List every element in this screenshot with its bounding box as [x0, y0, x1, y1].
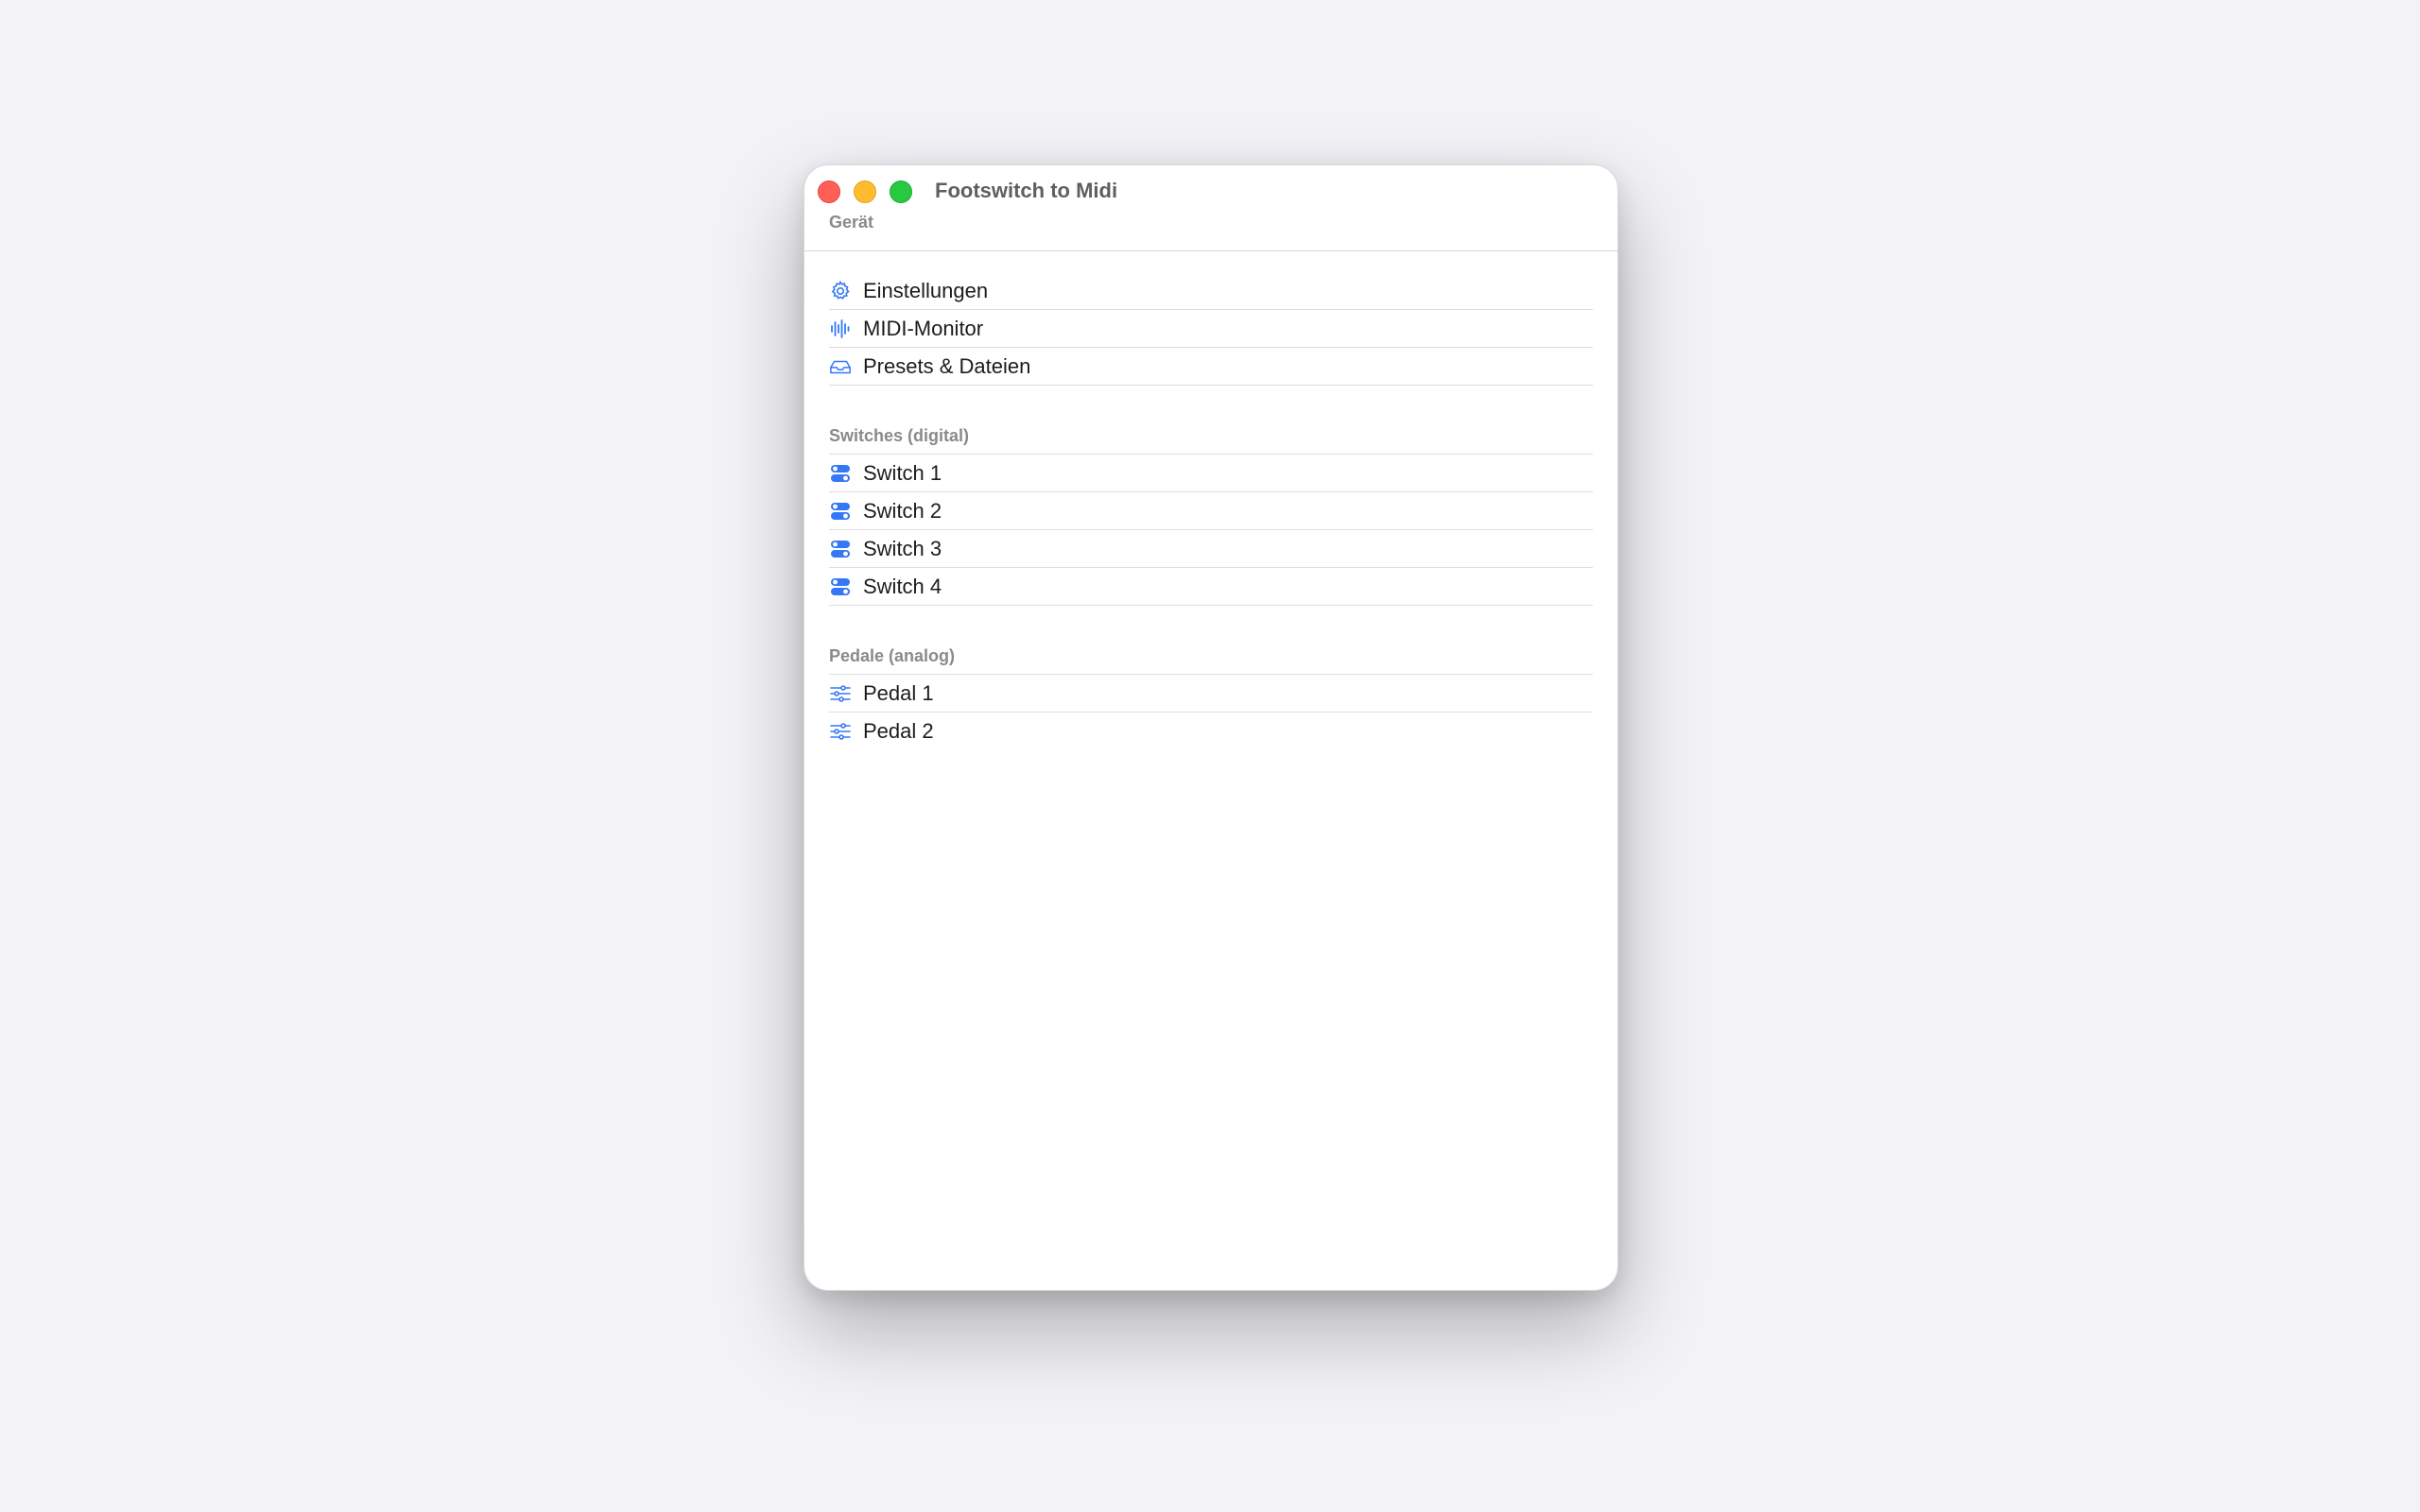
sidebar-item-switch-3[interactable]: Switch 3	[829, 530, 1593, 568]
item-label: Switch 3	[863, 536, 942, 560]
header-divider	[804, 215, 1617, 251]
sidebar-item-switch-4[interactable]: Switch 4	[829, 568, 1593, 606]
section-pedals: Pedale (analog)	[829, 640, 1593, 675]
item-label: Switch 1	[863, 460, 942, 485]
sidebar-item-presets[interactable]: Presets & Dateien	[829, 348, 1593, 386]
item-label: MIDI-Monitor	[863, 316, 984, 340]
item-label: Pedal 2	[863, 718, 934, 743]
sliders-icon	[829, 720, 852, 743]
sidebar-item-midi-monitor[interactable]: MIDI-Monitor	[829, 310, 1593, 348]
switch-toggle-icon	[829, 500, 852, 523]
zoom-button[interactable]	[890, 180, 912, 203]
section-header-device: Gerät	[829, 213, 874, 232]
section-switches: Switches (digital)	[829, 420, 1593, 455]
tray-icon	[829, 355, 852, 378]
section-header-pedals: Pedale (analog)	[829, 646, 956, 665]
pedals-list: Pedal 1 Pedal 2	[829, 675, 1593, 749]
waveform-icon	[829, 318, 852, 340]
item-label: Pedal 1	[863, 680, 934, 705]
sidebar-item-switch-1[interactable]: Switch 1	[829, 455, 1593, 492]
switches-list: Switch 1 Switch 2 Switch 3 Switch 4	[829, 455, 1593, 606]
item-label: Presets & Dateien	[863, 353, 1031, 378]
sidebar-item-pedal-2[interactable]: Pedal 2	[829, 713, 1593, 749]
minimize-button[interactable]	[854, 180, 876, 203]
gear-icon	[829, 280, 852, 302]
sidebar-item-switch-2[interactable]: Switch 2	[829, 492, 1593, 530]
item-label: Switch 2	[863, 498, 942, 523]
switch-toggle-icon	[829, 462, 852, 485]
title-bar[interactable]: Footswitch to Midi	[804, 165, 1617, 215]
sidebar-item-pedal-1[interactable]: Pedal 1	[829, 675, 1593, 713]
close-button[interactable]	[818, 180, 840, 203]
switch-toggle-icon	[829, 538, 852, 560]
item-label: Einstellungen	[863, 278, 989, 302]
switch-toggle-icon	[829, 576, 852, 598]
sidebar-item-einstellungen[interactable]: Einstellungen	[829, 272, 1593, 310]
sliders-icon	[829, 682, 852, 705]
window-title: Footswitch to Midi	[935, 179, 1118, 202]
section-header-switches: Switches (digital)	[829, 426, 970, 445]
app-window: Footswitch to Midi Gerät Einstellungen M…	[804, 164, 1618, 1291]
item-label: Switch 4	[863, 574, 942, 598]
device-list: Einstellungen MIDI-Monitor Presets & Dat…	[829, 272, 1593, 386]
